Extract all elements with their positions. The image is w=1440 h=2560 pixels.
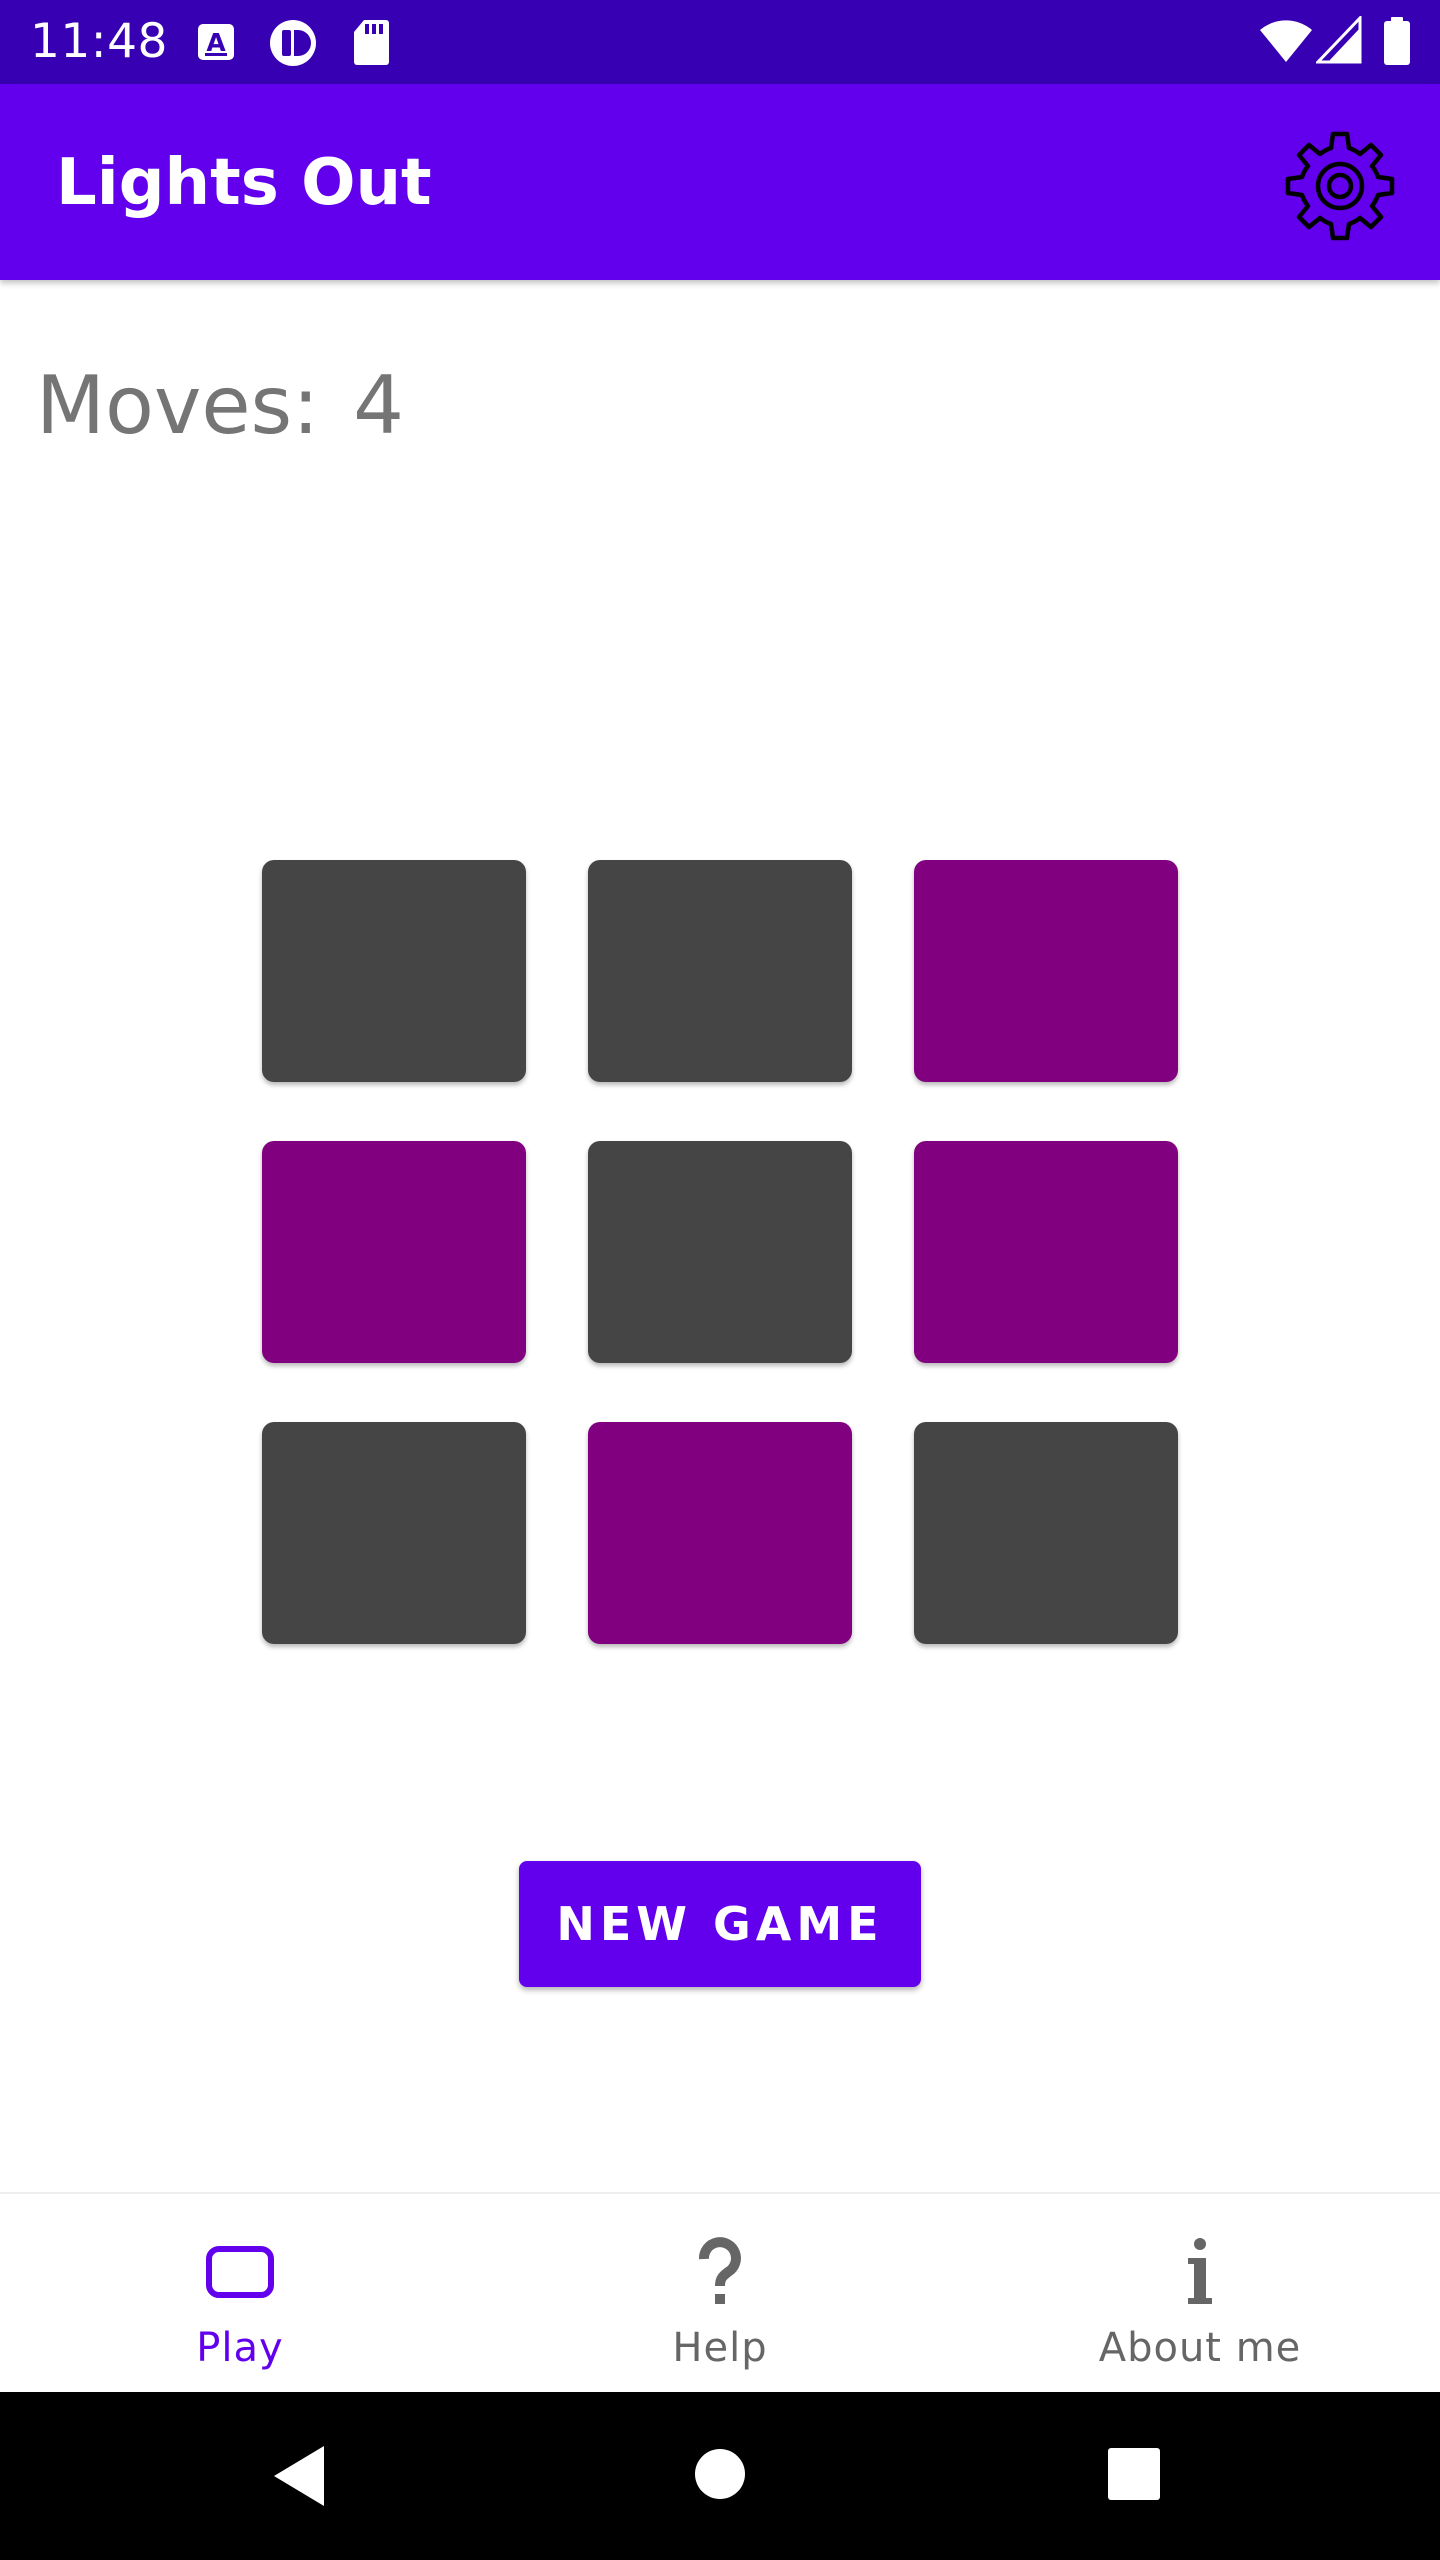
light-cell-r2-c3[interactable]	[914, 1141, 1178, 1363]
signal-icon	[1316, 16, 1362, 64]
status-bar: 11:48 A	[0, 0, 1440, 84]
help-icon	[680, 2232, 760, 2312]
light-cell-r1-c1[interactable]	[262, 860, 526, 1082]
screen: 11:48 A Lights Out Moves: 4 NEW GAME Pla…	[0, 0, 1440, 2560]
wifi-icon	[1260, 20, 1312, 62]
light-cell-r2-c2[interactable]	[588, 1141, 852, 1363]
app-bar: Lights Out	[0, 84, 1440, 280]
back-icon[interactable]	[270, 2444, 334, 2508]
light-cell-r3-c3[interactable]	[914, 1422, 1178, 1644]
home-icon[interactable]	[694, 2448, 746, 2500]
light-cell-r3-c1[interactable]	[262, 1422, 526, 1644]
battery-icon	[1384, 17, 1410, 65]
recents-icon[interactable]	[1108, 2448, 1160, 2500]
light-grid	[262, 860, 1178, 1644]
status-time: 11:48	[30, 14, 168, 69]
light-cell-r3-c2[interactable]	[588, 1422, 852, 1644]
nav-label-about: About me	[1098, 2325, 1302, 2371]
nav-label-help: Help	[672, 2325, 768, 2371]
system-navigation-bar	[0, 2392, 1440, 2560]
bottom-navigation: Play Help About me	[0, 2192, 1440, 2394]
sd-card-icon	[354, 20, 389, 65]
nav-item-about[interactable]: About me	[960, 2194, 1440, 2394]
svg-text:A: A	[206, 28, 226, 57]
moves-counter: Moves: 4	[36, 360, 404, 452]
light-cell-r2-c1[interactable]	[262, 1141, 526, 1363]
light-cell-r1-c3[interactable]	[914, 860, 1178, 1082]
gear-icon[interactable]	[1282, 126, 1398, 242]
moves-label: Moves:	[36, 359, 320, 452]
nav-label-play: Play	[196, 2325, 284, 2371]
nav-item-help[interactable]: Help	[480, 2194, 960, 2394]
font-download-icon: A	[198, 24, 234, 60]
nav-item-play[interactable]: Play	[0, 2194, 480, 2394]
record-icon	[270, 20, 316, 66]
moves-count: 4	[353, 359, 405, 452]
light-cell-r1-c2[interactable]	[588, 860, 852, 1082]
info-icon	[1160, 2232, 1240, 2312]
play-icon	[200, 2232, 280, 2312]
new-game-button[interactable]: NEW GAME	[519, 1861, 921, 1987]
app-title: Lights Out	[56, 146, 432, 220]
